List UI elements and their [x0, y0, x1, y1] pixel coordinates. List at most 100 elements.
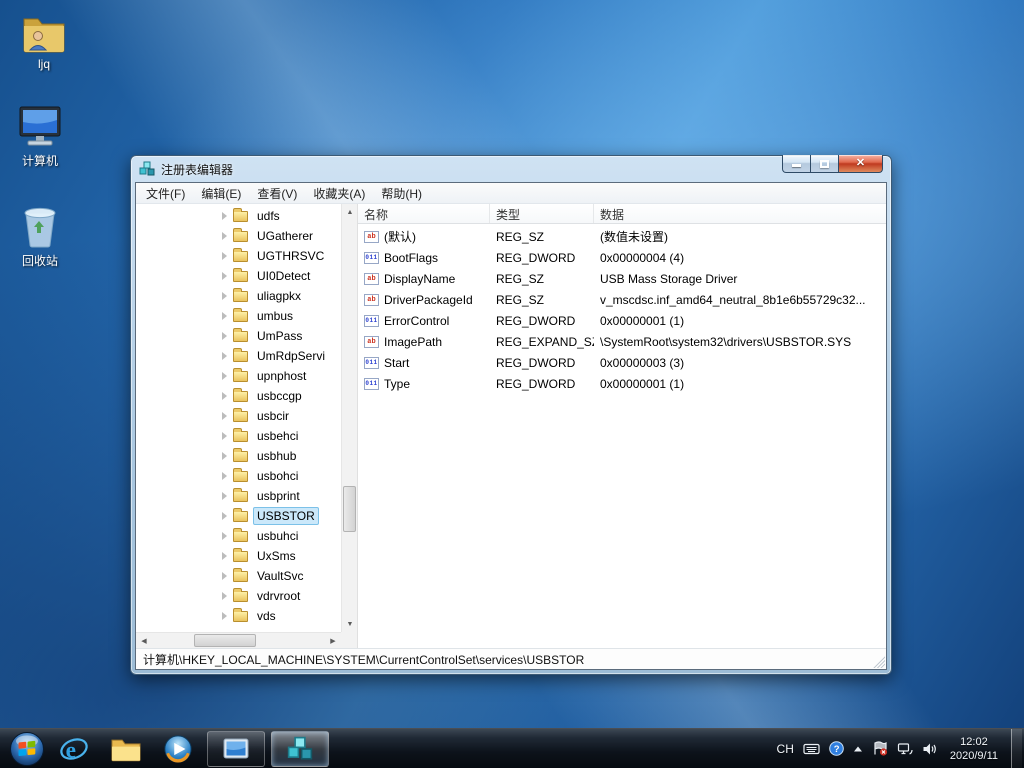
expander-icon[interactable]: [222, 332, 227, 340]
expander-icon[interactable]: [222, 572, 227, 580]
tree-item-upnphost[interactable]: upnphost: [136, 366, 341, 386]
taskbar-app-regedit[interactable]: [271, 731, 329, 767]
tree-item-label[interactable]: UGTHRSVC: [253, 247, 328, 265]
tree-item-label[interactable]: VaultSvc: [253, 567, 307, 585]
tree-item-usbprint[interactable]: usbprint: [136, 486, 341, 506]
tree-horizontal-scrollbar[interactable]: ◀ ▶: [136, 632, 341, 648]
tree-item-label[interactable]: UmPass: [253, 327, 306, 345]
expander-icon[interactable]: [222, 272, 227, 280]
expander-icon[interactable]: [222, 232, 227, 240]
expander-icon[interactable]: [222, 392, 227, 400]
tree-item-label[interactable]: udfs: [253, 207, 284, 225]
tree-item-label[interactable]: umbus: [253, 307, 297, 325]
tree-item-label[interactable]: UGatherer: [253, 227, 317, 245]
tree-item-label[interactable]: usbccgp: [253, 387, 306, 405]
tree-item-label[interactable]: usbuhci: [253, 527, 302, 545]
taskbar-app-window[interactable]: [207, 731, 265, 767]
registry-value-row[interactable]: 011BootFlagsREG_DWORD0x00000004 (4): [358, 247, 886, 268]
tree-item-label[interactable]: usbohci: [253, 467, 302, 485]
tree-item-label[interactable]: vds: [253, 607, 280, 625]
tree-item-UmPass[interactable]: UmPass: [136, 326, 341, 346]
tree-item-uliagpkx[interactable]: uliagpkx: [136, 286, 341, 306]
start-button[interactable]: [6, 729, 48, 768]
tree-item-UI0Detect[interactable]: UI0Detect: [136, 266, 341, 286]
tree-item-VaultSvc[interactable]: VaultSvc: [136, 566, 341, 586]
tree-item-label[interactable]: vdrvroot: [253, 587, 304, 605]
tree-vertical-scrollbar[interactable]: ▲ ▼: [341, 204, 357, 632]
expander-icon[interactable]: [222, 472, 227, 480]
tree-item-label[interactable]: usbehci: [253, 427, 302, 445]
action-center-flag-icon[interactable]: [872, 741, 888, 756]
taskbar-ie-button[interactable]: e: [48, 729, 100, 768]
menu-view[interactable]: 查看(V): [249, 182, 305, 205]
expander-icon[interactable]: [222, 512, 227, 520]
expander-icon[interactable]: [222, 312, 227, 320]
minimize-button[interactable]: [782, 155, 811, 173]
tree-item-usbhub[interactable]: usbhub: [136, 446, 341, 466]
scroll-down-arrow[interactable]: ▼: [342, 616, 358, 632]
expander-icon[interactable]: [222, 592, 227, 600]
tree-item-label[interactable]: UI0Detect: [253, 267, 314, 285]
expander-icon[interactable]: [222, 612, 227, 620]
expander-icon[interactable]: [222, 212, 227, 220]
hidden-icons-arrow[interactable]: [853, 745, 863, 753]
show-desktop-button[interactable]: [1011, 729, 1022, 768]
tree-item-label[interactable]: UmRdpServi: [253, 347, 329, 365]
tree-item-UxSms[interactable]: UxSms: [136, 546, 341, 566]
scroll-up-arrow[interactable]: ▲: [342, 204, 358, 220]
tree-item-label[interactable]: upnphost: [253, 367, 310, 385]
tree-item-usbuhci[interactable]: usbuhci: [136, 526, 341, 546]
tree-item-usbehci[interactable]: usbehci: [136, 426, 341, 446]
expander-icon[interactable]: [222, 352, 227, 360]
tree-item-UmRdpServi[interactable]: UmRdpServi: [136, 346, 341, 366]
expander-icon[interactable]: [222, 452, 227, 460]
menu-file[interactable]: 文件(F): [138, 182, 193, 205]
menu-help[interactable]: 帮助(H): [373, 182, 430, 205]
registry-value-row[interactable]: 011ErrorControlREG_DWORD0x00000001 (1): [358, 310, 886, 331]
tree-item-usbcir[interactable]: usbcir: [136, 406, 341, 426]
registry-value-row[interactable]: abImagePathREG_EXPAND_SZ\SystemRoot\syst…: [358, 331, 886, 352]
registry-value-row[interactable]: 011StartREG_DWORD0x00000003 (3): [358, 352, 886, 373]
tree-item-label[interactable]: usbprint: [253, 487, 304, 505]
language-indicator[interactable]: CH: [777, 742, 794, 756]
column-header-name[interactable]: 名称: [358, 204, 490, 223]
resize-grip[interactable]: [872, 655, 885, 668]
desktop-icon-computer[interactable]: 计算机: [0, 103, 80, 169]
tree-item-usbccgp[interactable]: usbccgp: [136, 386, 341, 406]
tree-item-label[interactable]: usbhub: [253, 447, 300, 465]
scroll-right-arrow[interactable]: ▶: [325, 633, 341, 648]
close-button[interactable]: ✕: [838, 155, 883, 173]
tree-item-label[interactable]: UxSms: [253, 547, 300, 565]
tree-item-UGTHRSVC[interactable]: UGTHRSVC: [136, 246, 341, 266]
taskbar-media-player-button[interactable]: [152, 729, 204, 768]
horizontal-scroll-thumb[interactable]: [194, 634, 256, 647]
desktop-icon-ljq[interactable]: ljq: [4, 8, 84, 71]
volume-icon[interactable]: [922, 742, 937, 756]
expander-icon[interactable]: [222, 552, 227, 560]
expander-icon[interactable]: [222, 492, 227, 500]
keyboard-icon[interactable]: [803, 743, 820, 755]
tree-item-label[interactable]: USBSTOR: [253, 507, 319, 525]
titlebar[interactable]: 注册表编辑器 ✕: [135, 156, 887, 182]
expander-icon[interactable]: [222, 532, 227, 540]
expander-icon[interactable]: [222, 372, 227, 380]
desktop-icon-recycle-bin[interactable]: 回收站: [0, 203, 80, 269]
registry-value-row[interactable]: ab(默认)REG_SZ(数值未设置): [358, 226, 886, 247]
help-icon[interactable]: ?: [829, 741, 844, 756]
registry-value-row[interactable]: 011TypeREG_DWORD0x00000001 (1): [358, 373, 886, 394]
vertical-scroll-thumb[interactable]: [343, 486, 356, 532]
expander-icon[interactable]: [222, 292, 227, 300]
tree-item-label[interactable]: uliagpkx: [253, 287, 305, 305]
column-header-data[interactable]: 数据: [594, 204, 886, 223]
taskbar-explorer-button[interactable]: [100, 729, 152, 768]
tree-item-udfs[interactable]: udfs: [136, 206, 341, 226]
network-icon[interactable]: [897, 742, 913, 756]
tree-item-label[interactable]: usbcir: [253, 407, 293, 425]
tree-item-umbus[interactable]: umbus: [136, 306, 341, 326]
column-header-type[interactable]: 类型: [490, 204, 594, 223]
tree-item-usbohci[interactable]: usbohci: [136, 466, 341, 486]
maximize-button[interactable]: [811, 155, 838, 173]
registry-value-row[interactable]: abDriverPackageIdREG_SZv_mscdsc.inf_amd6…: [358, 289, 886, 310]
expander-icon[interactable]: [222, 252, 227, 260]
tree-item-UGatherer[interactable]: UGatherer: [136, 226, 341, 246]
